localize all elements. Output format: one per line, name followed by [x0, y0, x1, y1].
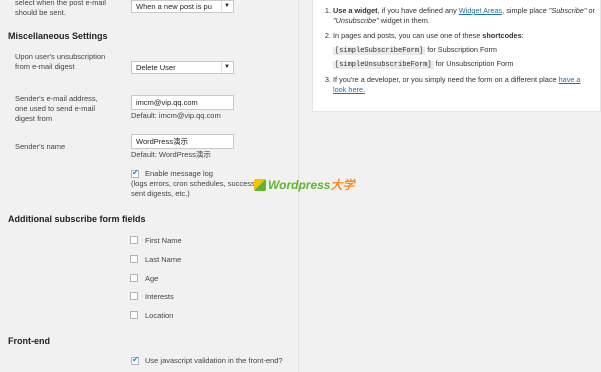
help-text: If you're a developer, or you simply nee…	[333, 75, 559, 84]
help-text: , if you have defined any	[377, 6, 459, 15]
unsub-value: Delete User	[136, 63, 176, 72]
field-checkbox-last-name[interactable]	[130, 255, 138, 263]
shortcode-subscribe: [simpleSubscribeForm]	[333, 47, 426, 55]
widget-areas-link[interactable]: Widget Areas	[459, 6, 502, 15]
shortcode-unsubscribe-desc: for Unsubscription Form	[433, 59, 514, 68]
shortcode-row-subscribe: [simpleSubscribeForm] for Subscription F…	[333, 45, 595, 56]
help-text: :	[521, 31, 524, 40]
shortcode-unsubscribe: [simpleUnsubscribeForm]	[333, 61, 434, 69]
field-label-last-name: Last Name	[145, 255, 182, 264]
help-text: "Subscribe"	[548, 6, 587, 15]
watermark-suffix: 大学	[330, 178, 355, 192]
help-text: In pages and posts, you can use one of t…	[333, 31, 483, 40]
chevron-down-icon: ▼	[221, 62, 232, 73]
sender-email-label: Sender's e-mail address, one used to sen…	[15, 94, 98, 123]
post-send-label: select when the post e-mail should be se…	[15, 0, 106, 17]
frontend-heading: Front-end	[8, 336, 50, 346]
help-item-widget: Use a widget, if you have defined any Wi…	[333, 6, 595, 26]
misc-heading: Miscellaneous Settings	[8, 31, 108, 41]
unsub-label: Upon user's unsubscription from e-mail d…	[15, 52, 106, 71]
help-text: or	[586, 6, 595, 15]
js-validation-checkbox[interactable]	[131, 355, 139, 365]
field-label-location: Location	[145, 311, 174, 320]
field-checkbox-location[interactable]	[130, 311, 138, 319]
help-text: shortcodes	[482, 31, 522, 40]
shortcode-subscribe-desc: for Subscription Form	[425, 45, 497, 54]
post-send-select[interactable]: When a new post is pu ▼	[131, 0, 234, 13]
chevron-down-icon: ▼	[221, 1, 232, 12]
js-validation-label: Use javascript validation in the front-e…	[145, 356, 283, 365]
watermark-logo: Wordpress大学	[254, 176, 354, 193]
help-item-shortcodes: In pages and posts, you can use one of t…	[333, 31, 595, 70]
sender-name-field[interactable]: WordPress演示	[131, 134, 234, 149]
help-panel: Use a widget, if you have defined any Wi…	[312, 0, 601, 112]
field-label-interests: Interests	[145, 292, 174, 301]
help-text: "Unsubscribe"	[333, 16, 379, 25]
log-checkbox-label: Enable message log	[145, 169, 213, 178]
help-list: Use a widget, if you have defined any Wi…	[313, 6, 595, 100]
help-text: , simple place	[502, 6, 549, 15]
sender-email-field[interactable]: imcm@vip.qq.com	[131, 95, 234, 110]
help-text: widget in them.	[378, 16, 430, 25]
post-send-value: When a new post is pu	[136, 2, 212, 11]
watermark-brand: Wordpress	[268, 178, 331, 192]
log-checkbox[interactable]	[131, 168, 139, 178]
sender-name-default: Default: WordPress演示	[131, 150, 211, 159]
field-label-first-name: First Name	[145, 236, 182, 245]
field-label-age: Age	[145, 274, 159, 283]
help-item-developer: If you're a developer, or you simply nee…	[333, 75, 595, 95]
unsub-select[interactable]: Delete User ▼	[131, 61, 234, 74]
wordpress-logo-icon	[254, 179, 266, 191]
shortcode-row-unsubscribe: [simpleUnsubscribeForm] for Unsubscripti…	[333, 59, 595, 70]
fields-heading: Additional subscribe form fields	[8, 214, 146, 224]
help-item-widget-title: Use a widget	[333, 6, 378, 15]
field-checkbox-first-name[interactable]	[130, 236, 138, 244]
field-checkbox-interests[interactable]	[130, 292, 138, 300]
sender-email-default: Default: imcm@vip.qq.com	[131, 111, 221, 120]
field-checkbox-age[interactable]	[130, 274, 138, 282]
sender-name-label: Sender's name	[15, 142, 66, 151]
